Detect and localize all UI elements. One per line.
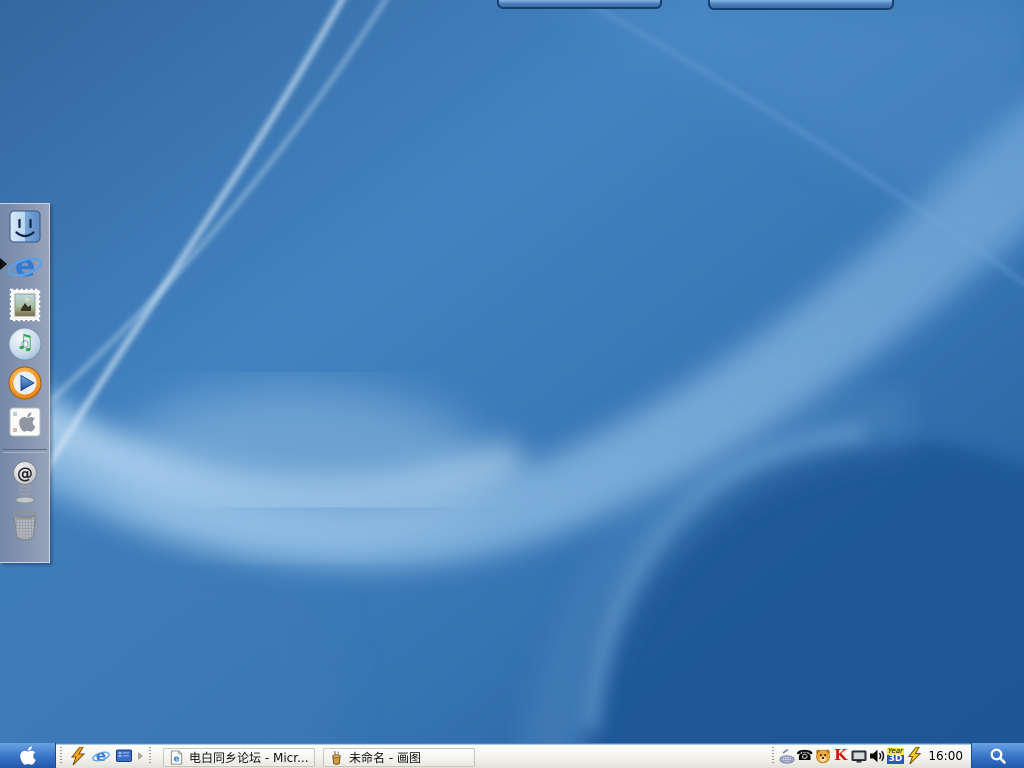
wallpaper (0, 0, 1024, 768)
telephone-icon[interactable]: ☎ (796, 747, 814, 765)
dock-divider (3, 449, 47, 453)
svg-text:e: e (173, 754, 179, 764)
k-icon[interactable]: K (832, 747, 850, 765)
offscreen-button-right[interactable] (708, 0, 894, 10)
apple-logo-icon (20, 745, 36, 766)
mail-at-icon[interactable]: @ (7, 460, 43, 504)
itunes-note: ♫ (15, 330, 34, 354)
windows-media-player-icon[interactable] (7, 365, 43, 401)
apple-box-icon[interactable] (7, 404, 43, 440)
winamp-lightning-icon[interactable] (67, 745, 88, 766)
quicklaunch-overflow-chevron[interactable] (135, 747, 145, 765)
search-button[interactable] (971, 743, 1024, 768)
start-button[interactable] (0, 743, 56, 768)
at-symbol: @ (17, 464, 33, 483)
dock-active-arrow (0, 258, 7, 270)
trash-icon[interactable] (7, 507, 43, 543)
system-tray: ☎ K (768, 743, 1024, 768)
paint-icon (329, 750, 344, 765)
task-button-ie-forum[interactable]: e 电白同乡论坛 - Micr... (163, 748, 315, 767)
dock-panel: e (0, 203, 50, 563)
lightning-icon[interactable] (905, 747, 923, 765)
monitor-icon[interactable] (850, 747, 868, 765)
offscreen-button-left[interactable] (497, 0, 662, 9)
itunes-icon[interactable]: ♫ (7, 326, 43, 362)
ime-input-icon[interactable] (778, 747, 796, 765)
tray-separator (772, 747, 774, 765)
ie-document-icon: e (169, 750, 184, 765)
tray-clock[interactable]: 16:00 (928, 749, 963, 763)
taskbar: e e 电白同乡论坛 - Micr... (0, 743, 1024, 768)
task-button-paint[interactable]: 未命名 - 画图 (323, 748, 475, 767)
show-desktop-icon[interactable] (113, 745, 134, 766)
volume-icon[interactable] (868, 747, 886, 765)
year-3d-icon[interactable]: Year 3D (887, 748, 905, 764)
desktop: e (0, 0, 1024, 768)
internet-explorer-quicklaunch-icon[interactable]: e (90, 745, 111, 766)
quicklaunch-separator (60, 747, 62, 765)
internet-explorer-icon[interactable]: e (7, 248, 43, 284)
ie-letter: e (14, 249, 34, 284)
magnifier-icon (989, 747, 1007, 765)
taskband-separator (149, 747, 151, 765)
ie-letter-small: e (95, 747, 105, 765)
finder-icon[interactable] (7, 209, 43, 245)
dog-face-icon[interactable] (814, 747, 832, 765)
task-button-title: 未命名 - 画图 (349, 749, 421, 766)
task-button-title: 电白同乡论坛 - Micr... (189, 749, 309, 766)
picture-stamp-icon[interactable] (7, 287, 43, 323)
